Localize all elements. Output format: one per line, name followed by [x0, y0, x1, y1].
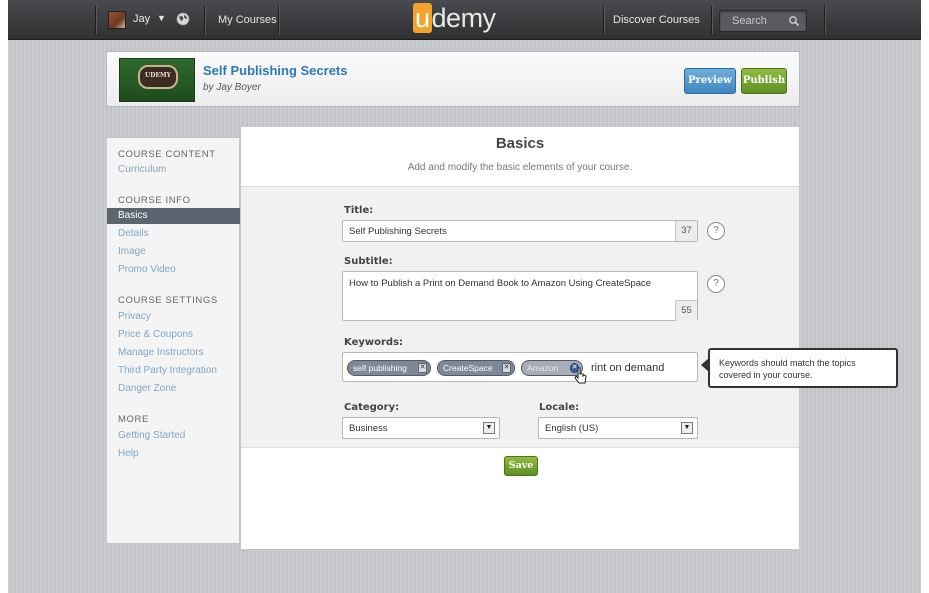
nav-divider — [95, 6, 96, 34]
sidebar-item-manage-instructors[interactable]: Manage Instructors — [118, 347, 204, 358]
discover-courses-link[interactable]: Discover Courses — [613, 14, 700, 26]
basics-form: Title: Self Publishing Secrets 37 ? Subt… — [241, 186, 799, 448]
title-help-icon[interactable]: ? — [707, 222, 725, 240]
keyword-tag-label: self publishing — [353, 363, 407, 373]
sidebar-item-basics[interactable]: Basics — [107, 208, 240, 224]
locale-select[interactable]: English (US) ▼ — [538, 417, 698, 439]
search-placeholder: Search — [732, 15, 767, 27]
keyword-tag: self publishing ✕ — [347, 360, 431, 376]
sidebar-item-promo-video[interactable]: Promo Video — [118, 264, 176, 275]
preview-button[interactable]: Preview — [684, 68, 736, 94]
subtitle-field[interactable]: How to Publish a Print on Demand Book to… — [342, 271, 698, 321]
udemy-logo[interactable]: udemy — [413, 3, 496, 34]
category-select[interactable]: Business ▼ — [342, 417, 500, 439]
subtitle-label: Subtitle: — [344, 256, 393, 267]
category-label: Category: — [344, 402, 400, 413]
subtitle-field-value: How to Publish a Print on Demand Book to… — [349, 278, 652, 289]
save-button[interactable]: Save — [504, 456, 538, 476]
sidebar-item-third-party-integration[interactable]: Third Party Integration — [118, 365, 217, 376]
sidebar-heading-course-content: COURSE CONTENT — [118, 149, 216, 160]
sidebar-heading-course-info: COURSE INFO — [118, 195, 191, 206]
keyword-tag: CreateSpace ✕ — [437, 360, 515, 376]
sidebar-item-help[interactable]: Help — [118, 448, 139, 459]
sidebar-item-privacy[interactable]: Privacy — [118, 311, 151, 322]
keywords-label: Keywords: — [344, 337, 404, 348]
remove-keyword-icon[interactable]: ✕ — [502, 363, 511, 373]
publish-button[interactable]: Publish — [741, 68, 787, 94]
thumbnail-logo: UDEMY — [138, 65, 178, 89]
chevron-down-icon[interactable]: ▼ — [483, 422, 495, 434]
sidebar-item-price-coupons[interactable]: Price & Coupons — [118, 329, 193, 340]
sidebar-item-curriculum[interactable]: Curriculum — [118, 164, 166, 175]
search-input[interactable]: Search — [719, 10, 807, 32]
subtitle-char-counter: 55 — [675, 300, 697, 321]
course-thumbnail[interactable]: UDEMY — [119, 58, 195, 102]
sidebar-item-image[interactable]: Image — [118, 246, 146, 257]
page-subtitle: Add and modify the basic elements of you… — [407, 162, 633, 173]
page-title: Basics — [495, 135, 545, 152]
title-field-value: Self Publishing Secrets — [349, 226, 447, 237]
category-selected-value: Business — [349, 423, 388, 434]
user-menu-name[interactable]: Jay — [133, 13, 150, 25]
course-sidebar: COURSE CONTENT Curriculum COURSE INFO Ba… — [106, 137, 240, 544]
title-char-counter: 37 — [675, 221, 697, 241]
nav-divider — [711, 6, 712, 34]
course-author: by Jay Boyer — [203, 82, 261, 93]
nav-divider — [278, 6, 279, 34]
course-header: UDEMY Self Publishing Secrets by Jay Boy… — [106, 51, 800, 107]
keyword-tag-label: CreateSpace — [443, 363, 493, 373]
chevron-down-icon[interactable]: ▼ — [157, 13, 166, 23]
search-icon[interactable] — [788, 15, 800, 27]
logo-u: u — [413, 3, 432, 33]
keyword-tag-label: Amazon — [527, 363, 559, 373]
title-label: Title: — [344, 205, 374, 216]
sidebar-heading-course-settings: COURSE SETTINGS — [118, 295, 218, 306]
nav-divider — [603, 6, 604, 34]
remove-keyword-icon[interactable]: ✕ — [418, 363, 427, 373]
locale-label: Locale: — [539, 402, 580, 413]
sidebar-item-details[interactable]: Details — [118, 228, 149, 239]
keyword-typed-text: rint on demand — [591, 362, 665, 374]
sidebar-item-label: Basics — [118, 210, 148, 221]
my-courses-link[interactable]: My Courses — [218, 14, 277, 26]
keywords-field[interactable]: self publishing ✕ CreateSpace ✕ Amazon ✕… — [342, 352, 698, 382]
course-title-link[interactable]: Self Publishing Secrets — [203, 63, 348, 78]
nav-divider — [204, 6, 205, 34]
locale-selected-value: English (US) — [545, 423, 599, 434]
keywords-tooltip: Keywords should match the topics covered… — [708, 348, 898, 388]
title-field[interactable]: Self Publishing Secrets 37 — [342, 220, 698, 242]
nav-divider — [824, 6, 825, 34]
logo-text: demy — [431, 3, 497, 33]
globe-icon[interactable] — [176, 12, 190, 26]
sidebar-item-danger-zone[interactable]: Danger Zone — [118, 383, 176, 394]
sidebar-item-getting-started[interactable]: Getting Started — [118, 430, 185, 441]
chevron-down-icon[interactable]: ▼ — [681, 422, 693, 434]
mouse-pointer-icon — [574, 367, 587, 384]
user-avatar[interactable] — [108, 11, 126, 29]
basics-panel: Basics Add and modify the basic elements… — [240, 126, 800, 550]
sidebar-heading-more: MORE — [118, 414, 149, 425]
subtitle-help-icon[interactable]: ? — [707, 275, 725, 293]
